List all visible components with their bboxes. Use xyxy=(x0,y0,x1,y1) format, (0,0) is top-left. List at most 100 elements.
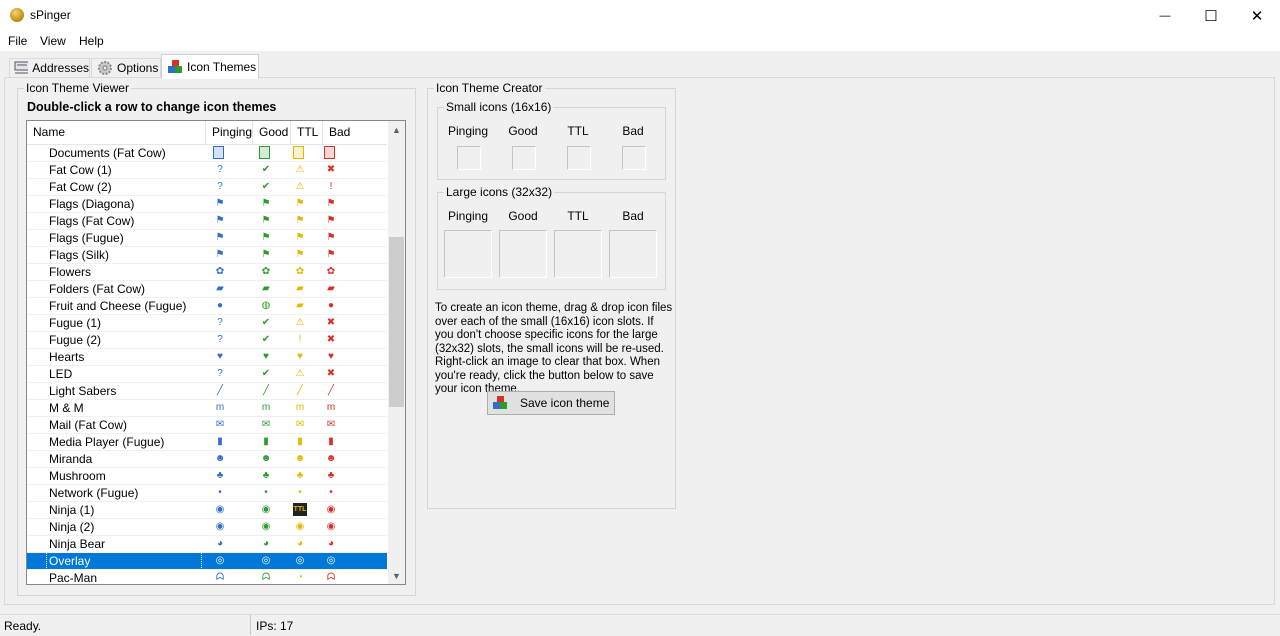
pinging-status-icon: ⚑ xyxy=(215,249,225,260)
table-row[interactable]: Mushroom ♣ ♣ ♣ ♣ xyxy=(27,468,387,485)
table-row[interactable]: Flags (Silk) ⚑ ⚑ ⚑ ⚑ xyxy=(27,247,387,264)
save-button-label: Save icon theme xyxy=(520,396,610,410)
menu-bar: File View Help xyxy=(0,31,1280,51)
table-row[interactable]: Overlay ◎ ◎ ◎ ◎ xyxy=(27,552,387,570)
save-icon-theme-button[interactable]: Save icon theme xyxy=(487,391,615,415)
maximize-button[interactable]: ☐ xyxy=(1188,0,1234,31)
bad-status-icon: ✖ xyxy=(326,317,336,328)
table-row[interactable]: Flags (Fat Cow) ⚑ ⚑ ⚑ ⚑ xyxy=(27,213,387,230)
pinging-status-icon: ⚑ xyxy=(215,198,225,209)
instruction-label: Double-click a row to change icon themes xyxy=(27,100,277,114)
ttl-status-icon: TTL xyxy=(293,503,307,516)
column-header-bad[interactable]: Bad xyxy=(323,121,363,144)
column-header-good[interactable]: Good xyxy=(253,121,291,144)
table-row[interactable]: Fat Cow (2)? ✔ ⚠! xyxy=(27,179,387,196)
small-slot-pinging[interactable] xyxy=(457,146,481,170)
table-row[interactable]: Fugue (1)? ✔ ⚠ ✖ xyxy=(27,315,387,332)
table-row[interactable]: Mail (Fat Cow) ✉ ✉ ✉ ✉ xyxy=(27,417,387,434)
tab-addresses[interactable]: Addresses xyxy=(9,58,90,77)
table-row[interactable]: Flags (Fugue) ⚑ ⚑ ⚑ ⚑ xyxy=(27,230,387,247)
column-header-name[interactable]: Name xyxy=(27,121,206,144)
pinging-status-icon: ᗣ xyxy=(215,572,225,583)
table-row[interactable]: Network (Fugue) • • • • xyxy=(27,485,387,502)
theme-name: Flags (Silk) xyxy=(49,248,110,262)
good-status-icon: ✔ xyxy=(261,181,271,192)
tab-options[interactable]: Options xyxy=(91,58,161,77)
menu-file[interactable]: File xyxy=(8,34,27,48)
small-slot-ttl[interactable] xyxy=(567,146,591,170)
ttl-status-icon: ⚑ xyxy=(295,198,305,209)
table-row[interactable]: Miranda ☻ ☻ ☻ ☻ xyxy=(27,451,387,468)
menu-view[interactable]: View xyxy=(40,34,66,48)
table-row[interactable]: Flowers ✿ ✿ ✿ ✿ xyxy=(27,264,387,281)
table-row[interactable]: Hearts ♥ ♥ ♥ ♥ xyxy=(27,349,387,366)
group-title: Icon Theme Viewer xyxy=(24,81,131,95)
table-row[interactable]: Media Player (Fugue) ▮ ▮ ▮ ▮ xyxy=(27,434,387,451)
large-slot-ttl[interactable] xyxy=(554,230,602,278)
tab-strip: Addresses Options Icon Themes xyxy=(0,51,1280,79)
good-status-icon: ◕ xyxy=(262,538,270,549)
table-row[interactable]: Pac-Man ᗣ ᗣ ◔ ᗣ xyxy=(27,570,387,584)
bad-status-icon: ⚑ xyxy=(326,249,336,260)
table-row[interactable]: Fugue (2)? ✔! ✖ xyxy=(27,332,387,349)
theme-name: Ninja (1) xyxy=(49,503,95,517)
document-icon xyxy=(324,146,335,159)
bad-status-icon: ! xyxy=(329,181,333,192)
good-status-icon: ⚑ xyxy=(261,249,271,260)
good-status-icon: m xyxy=(261,402,271,413)
table-row[interactable]: Flags (Diagona) ⚑ ⚑ ⚑ ⚑ xyxy=(27,196,387,213)
table-row[interactable]: Light Sabers ╱ ╱ ╱ ╱ xyxy=(27,383,387,400)
tab-icon-themes[interactable]: Icon Themes xyxy=(161,54,259,79)
pinging-status-icon: ? xyxy=(217,164,223,175)
large-slot-pinging[interactable] xyxy=(444,230,492,278)
small-label-good: Good xyxy=(508,124,538,138)
table-row[interactable]: LED? ✔ ⚠ ✖ xyxy=(27,366,387,383)
pinging-status-icon: • xyxy=(218,487,222,498)
bad-status-icon: ⚑ xyxy=(326,232,336,243)
list-scrollbar[interactable]: ▲ ▼ xyxy=(388,121,405,584)
ttl-status-icon: ! xyxy=(298,334,302,345)
pinging-status-icon: ♣ xyxy=(216,470,224,481)
scroll-thumb[interactable] xyxy=(389,237,404,407)
ttl-status-icon: ⚑ xyxy=(295,249,305,260)
table-row[interactable]: Ninja (1) ◉ ◉ TTL ◉ xyxy=(27,502,387,519)
bad-status-icon: ✿ xyxy=(326,266,336,277)
small-slot-bad[interactable] xyxy=(622,146,646,170)
column-header-ttl[interactable]: TTL xyxy=(291,121,323,144)
list-header: Name Pinging Good TTL Bad xyxy=(27,121,387,145)
large-icons-title: Large icons (32x32) xyxy=(444,185,555,199)
table-row[interactable]: M & Mmmmm xyxy=(27,400,387,417)
theme-name: Folders (Fat Cow) xyxy=(49,282,146,296)
pinging-status-icon: ◎ xyxy=(215,555,225,566)
good-status-icon: • xyxy=(264,487,268,498)
document-icon xyxy=(293,146,304,159)
table-row[interactable]: Fruit and Cheese (Fugue) ● ◍ ▰ ● xyxy=(27,298,387,315)
status-ip-count: IPs: 17 xyxy=(256,619,294,633)
large-slot-bad[interactable] xyxy=(609,230,657,278)
table-row[interactable]: Ninja Bear ◕ ◕ ◕ ◕ xyxy=(27,536,387,553)
status-divider xyxy=(250,615,251,635)
table-row[interactable]: Fat Cow (1)? ✔ ⚠ ✖ xyxy=(27,162,387,179)
table-row[interactable]: Documents (Fat Cow) xyxy=(27,145,387,162)
scroll-down-icon[interactable]: ▼ xyxy=(388,567,405,584)
theme-name: Ninja (2) xyxy=(49,520,95,534)
theme-name: Fugue (2) xyxy=(49,333,102,347)
large-slot-good[interactable] xyxy=(499,230,547,278)
minimize-button[interactable]: — xyxy=(1142,0,1188,31)
pinging-status-icon: ? xyxy=(217,317,223,328)
small-label-pinging: Pinging xyxy=(447,124,489,138)
bad-status-icon: ◕ xyxy=(327,538,335,549)
scroll-up-icon[interactable]: ▲ xyxy=(388,121,405,138)
large-label-ttl: TTL xyxy=(567,209,589,223)
menu-help[interactable]: Help xyxy=(79,34,104,48)
good-status-icon: ✔ xyxy=(261,317,271,328)
table-row[interactable]: Ninja (2) ◉ ◉ ◉ ◉ xyxy=(27,519,387,536)
help-text: To create an icon theme, drag & drop ico… xyxy=(435,302,673,395)
ttl-status-icon: ♣ xyxy=(296,470,304,481)
pinging-status-icon: ▮ xyxy=(217,436,223,447)
table-row[interactable]: Folders (Fat Cow) ▰ ▰ ▰ ▰ xyxy=(27,281,387,298)
theme-list[interactable]: Name Pinging Good TTL Bad Documents (Fat… xyxy=(26,120,406,585)
close-button[interactable]: ✕ xyxy=(1234,0,1280,31)
small-slot-good[interactable] xyxy=(512,146,536,170)
column-header-pinging[interactable]: Pinging xyxy=(206,121,253,144)
